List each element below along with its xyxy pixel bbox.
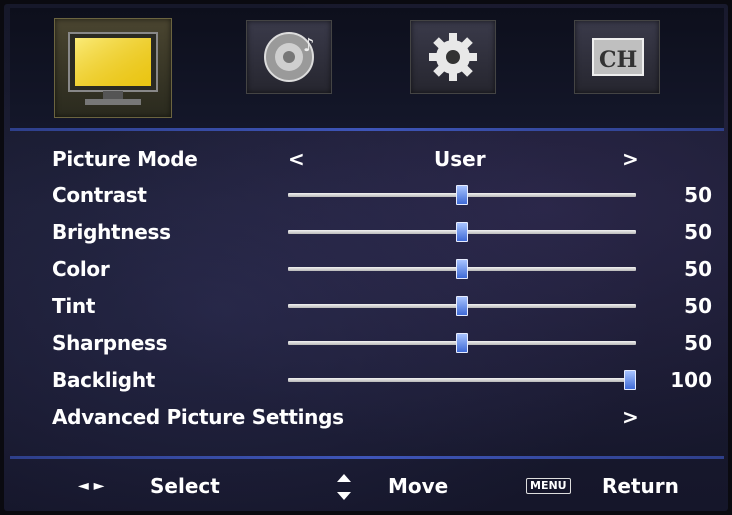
color-slider[interactable] — [288, 259, 636, 279]
color-value: 50 — [684, 257, 712, 281]
backlight-slider[interactable] — [288, 370, 636, 390]
chevron-left-icon[interactable]: < — [288, 144, 305, 174]
bottom-divider — [10, 456, 724, 459]
sound-speaker-icon: ♪ — [264, 32, 315, 82]
tab-channel[interactable]: CH — [574, 20, 660, 94]
backlight-value: 100 — [670, 368, 712, 392]
brightness-slider[interactable] — [288, 222, 636, 242]
settings-gear-icon — [429, 33, 477, 81]
slider-thumb[interactable] — [456, 296, 468, 316]
contrast-value: 50 — [684, 183, 712, 207]
slider-thumb[interactable] — [456, 333, 468, 353]
chevron-right-icon[interactable]: > — [622, 402, 639, 432]
tv-osd-menu: ♪ CH Picture Mode < User > Contrast 50 B… — [4, 4, 728, 511]
move-hint: Move — [388, 474, 449, 498]
slider-thumb[interactable] — [456, 185, 468, 205]
up-down-arrows-icon — [337, 474, 351, 500]
chevron-right-icon[interactable]: > — [622, 144, 639, 174]
sharpness-row[interactable]: Sharpness 50 — [52, 328, 722, 358]
slider-thumb[interactable] — [456, 222, 468, 242]
picture-mode-value: User — [434, 147, 486, 171]
menu-key-icon: MENU — [526, 478, 571, 494]
svg-text:CH: CH — [599, 47, 637, 73]
slider-thumb[interactable] — [456, 259, 468, 279]
tint-slider[interactable] — [288, 296, 636, 316]
brightness-value: 50 — [684, 220, 712, 244]
return-hint: Return — [602, 474, 679, 498]
contrast-slider[interactable] — [288, 185, 636, 205]
sharpness-slider[interactable] — [288, 333, 636, 353]
slider-thumb[interactable] — [624, 370, 636, 390]
backlight-row[interactable]: Backlight 100 — [52, 365, 722, 395]
top-divider — [10, 128, 724, 131]
backlight-label: Backlight — [52, 368, 156, 392]
left-right-arrows-icon: ◄ ► — [78, 478, 105, 494]
sharpness-value: 50 — [684, 331, 712, 355]
tab-picture[interactable] — [54, 18, 172, 118]
advanced-picture-settings-row[interactable]: Advanced Picture Settings > — [52, 402, 722, 432]
color-label: Color — [52, 257, 110, 281]
picture-mode-label: Picture Mode — [52, 147, 198, 171]
tint-value: 50 — [684, 294, 712, 318]
advanced-picture-settings-label: Advanced Picture Settings — [52, 405, 344, 429]
tab-sound[interactable]: ♪ — [246, 20, 332, 94]
color-row[interactable]: Color 50 — [52, 254, 722, 284]
contrast-row[interactable]: Contrast 50 — [52, 180, 722, 210]
tv-picture-icon — [68, 32, 158, 105]
picture-mode-row[interactable]: Picture Mode < User > — [52, 144, 722, 174]
sharpness-label: Sharpness — [52, 331, 168, 355]
menu-tab-bar: ♪ CH — [10, 8, 724, 128]
tab-setup[interactable] — [410, 20, 496, 94]
brightness-row[interactable]: Brightness 50 — [52, 217, 722, 247]
select-hint: Select — [150, 474, 220, 498]
brightness-label: Brightness — [52, 220, 171, 244]
contrast-label: Contrast — [52, 183, 147, 207]
svg-text:♪: ♪ — [303, 35, 315, 56]
tint-label: Tint — [52, 294, 96, 318]
channel-ch-icon: CH — [592, 38, 644, 76]
footer-hints: ◄ ► Select Move MENU Return — [10, 464, 724, 508]
tint-row[interactable]: Tint 50 — [52, 291, 722, 321]
